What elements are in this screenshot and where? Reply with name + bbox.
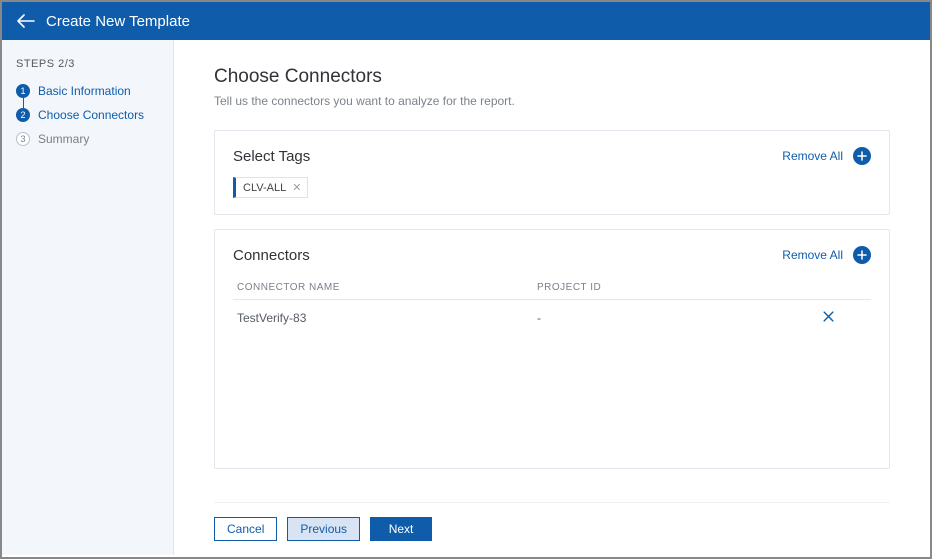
connector-row: TestVerify-83 - [233, 300, 871, 336]
remove-connector-icon[interactable] [822, 310, 867, 326]
step-label: Summary [38, 132, 89, 146]
previous-button[interactable]: Previous [287, 517, 360, 541]
step-number-icon: 3 [16, 132, 30, 146]
page-subtitle: Tell us the connectors you want to analy… [214, 94, 890, 108]
add-connector-button[interactable] [853, 246, 871, 264]
header-title: Create New Template [46, 13, 190, 30]
step-basic-information[interactable]: 1 Basic Information [16, 84, 159, 98]
page-header: Create New Template [2, 2, 930, 40]
footer-buttons: Cancel Previous Next [214, 517, 890, 541]
tags-remove-all-link[interactable]: Remove All [782, 149, 843, 163]
connectors-card-title: Connectors [233, 247, 310, 264]
tag-list: CLV-ALL ✕ [233, 177, 871, 198]
connector-project-cell: - [537, 311, 817, 325]
footer-divider [214, 502, 890, 503]
select-tags-card: Select Tags Remove All CLV-ALL ✕ [214, 130, 890, 215]
add-tag-button[interactable] [853, 147, 871, 165]
connectors-table-header: CONNECTOR NAME PROJECT ID [233, 276, 871, 300]
step-label: Choose Connectors [38, 108, 144, 122]
plus-icon [857, 250, 867, 260]
close-icon [822, 310, 835, 323]
step-number-icon: 2 [16, 108, 30, 122]
step-summary[interactable]: 3 Summary [16, 132, 159, 146]
step-label: Basic Information [38, 84, 131, 98]
step-choose-connectors[interactable]: 2 Choose Connectors [16, 108, 159, 122]
back-arrow-icon[interactable] [16, 11, 36, 31]
tags-card-title: Select Tags [233, 148, 310, 165]
cancel-button[interactable]: Cancel [214, 517, 277, 541]
col-project-id: PROJECT ID [537, 282, 817, 293]
connectors-remove-all-link[interactable]: Remove All [782, 248, 843, 262]
main-content: Choose Connectors Tell us the connectors… [174, 40, 930, 555]
tag-chip: CLV-ALL ✕ [233, 177, 308, 198]
tag-label: CLV-ALL [243, 182, 286, 194]
connector-name-cell: TestVerify-83 [237, 311, 537, 325]
plus-icon [857, 151, 867, 161]
page-title: Choose Connectors [214, 66, 890, 88]
steps-counter: STEPS 2/3 [16, 58, 159, 70]
tag-remove-icon[interactable]: ✕ [292, 181, 301, 194]
col-connector-name: CONNECTOR NAME [237, 282, 537, 293]
step-number-icon: 1 [16, 84, 30, 98]
connectors-card: Connectors Remove All CONNECTOR NAME PRO… [214, 229, 890, 469]
next-button[interactable]: Next [370, 517, 432, 541]
wizard-sidebar: STEPS 2/3 1 Basic Information 2 Choose C… [2, 40, 174, 555]
